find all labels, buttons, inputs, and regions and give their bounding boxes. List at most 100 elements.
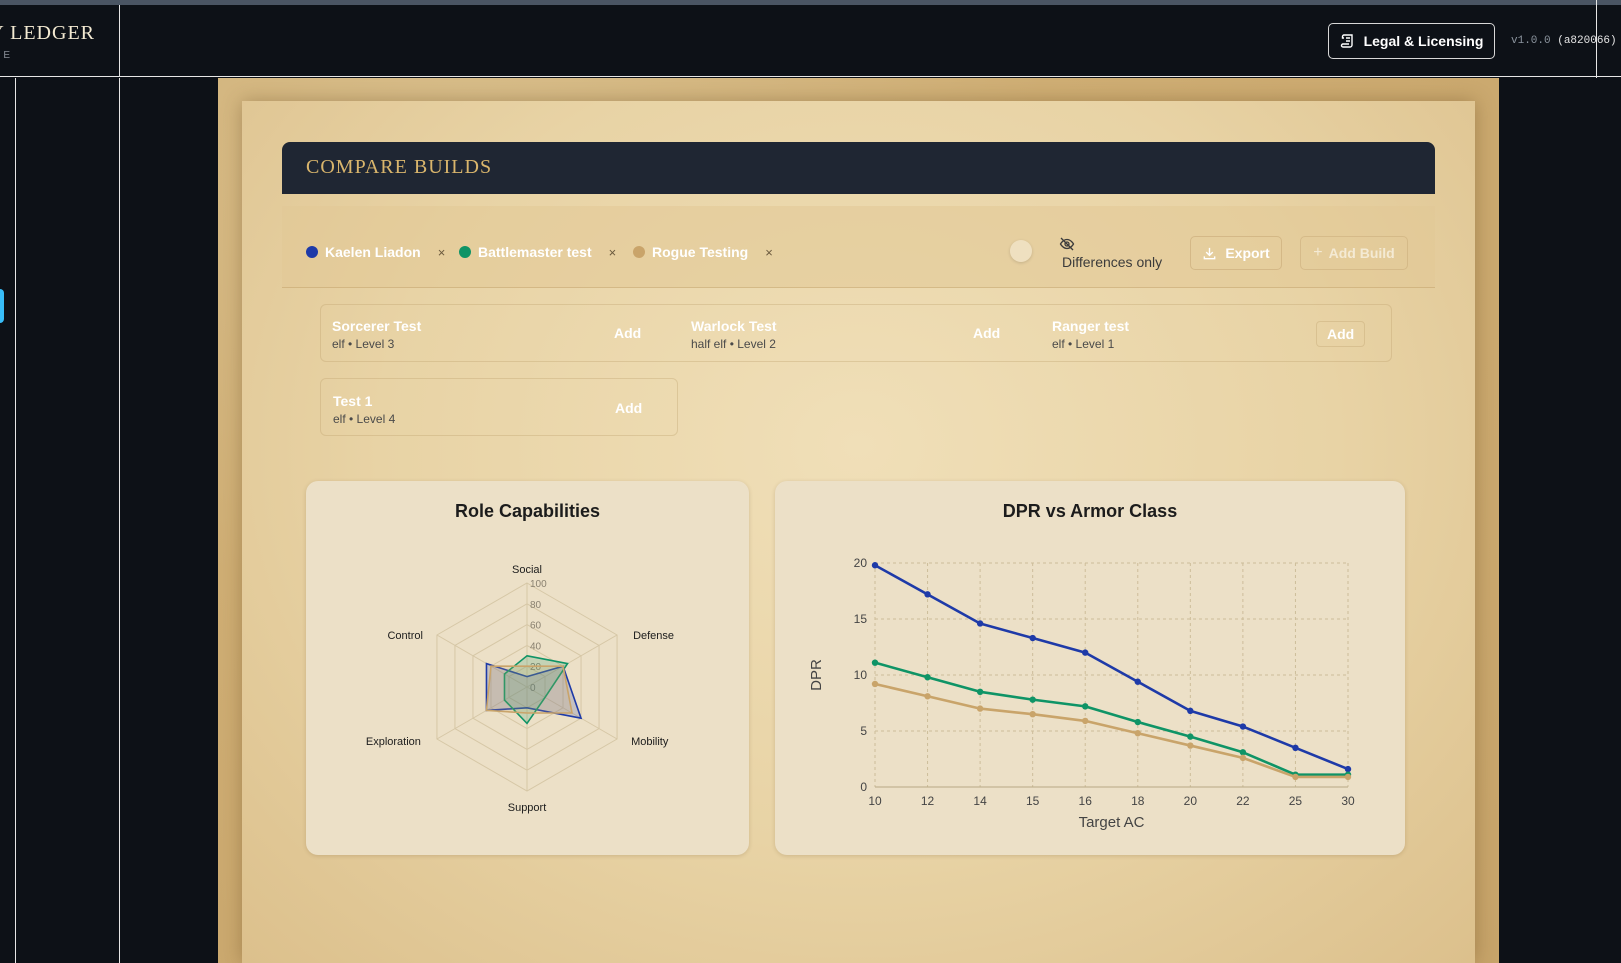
available-build-card: Test 1 elf • Level 4 Add	[320, 378, 678, 436]
sidebar-active-indicator[interactable]	[0, 289, 4, 323]
data-point	[871, 680, 879, 688]
data-point	[1292, 773, 1299, 781]
x-tick-label: 10	[868, 794, 882, 808]
add-build-button[interactable]: + Add Build	[1300, 236, 1408, 270]
available-build-name: Test 1	[333, 393, 373, 409]
data-point	[1029, 696, 1036, 703]
y-tick-label: 20	[854, 556, 868, 570]
add-available-build-button[interactable]: Add	[604, 321, 651, 345]
right-gutter	[1499, 78, 1597, 963]
build-chip-rogue[interactable]: Rogue Testing ×	[633, 244, 773, 260]
data-point	[976, 688, 984, 695]
download-icon	[1203, 247, 1216, 259]
radar-scale-tick: 100	[530, 579, 547, 590]
build-chip-battlemaster[interactable]: Battlemaster test ×	[459, 244, 616, 260]
data-point	[1344, 765, 1352, 773]
available-build-name: Ranger test	[1052, 318, 1130, 334]
remove-build-icon[interactable]: ×	[438, 245, 446, 260]
available-build-name: Sorcerer Test	[332, 318, 422, 334]
version-label: v1.0.0 (a820066) (	[1511, 35, 1621, 47]
dpr-vs-ac-line-chart: 0 5 10 15 20 10 12 14 15 16 18 20 22 25 30 Target AC DPR	[808, 556, 1355, 831]
radar-scale-tick: 40	[530, 641, 542, 652]
y-tick-label: 10	[854, 668, 868, 682]
add-available-build-button[interactable]: Add	[963, 321, 1010, 345]
available-build-meta: half elf • Level 2	[691, 337, 776, 351]
brand-title: Y LEDGER	[0, 22, 95, 44]
data-point	[1187, 707, 1194, 715]
radar-series-3	[485, 665, 574, 714]
data-point	[1082, 649, 1089, 656]
x-tick-label: 14	[973, 794, 987, 808]
role-capabilities-radar-chart: 020406080100SocialDefenseMobilitySupport…	[366, 564, 674, 814]
x-tick-label: 25	[1289, 794, 1303, 808]
data-point	[1134, 678, 1141, 685]
export-button[interactable]: Export	[1190, 236, 1282, 270]
dpr-vs-ac-panel: DPR vs Armor Class 0 5 10 15 20 10 12 14 15 16 18 2…	[775, 481, 1405, 855]
data-point	[924, 591, 931, 598]
available-build-card: Ranger test elf • Level 1 Add	[1040, 304, 1392, 362]
data-point	[976, 620, 984, 627]
data-point	[1239, 754, 1247, 762]
x-tick-label: 15	[1026, 794, 1040, 808]
app-header: Y LEDGER E Legal & Licensing v1.0.0 (a82…	[0, 5, 1621, 77]
x-tick-label: 12	[921, 794, 935, 808]
build-color-dot	[459, 246, 471, 258]
plus-icon: +	[1313, 244, 1323, 261]
line-series-3	[874, 682, 1348, 779]
radar-axis-label: Defense	[633, 630, 674, 642]
available-build-meta: elf • Level 4	[333, 412, 396, 426]
data-point	[1134, 718, 1141, 726]
data-point	[1292, 744, 1299, 751]
data-point	[1082, 703, 1089, 710]
remove-build-icon[interactable]: ×	[765, 245, 773, 260]
data-point	[924, 693, 931, 700]
radar-axis-label: Support	[508, 802, 547, 814]
data-point	[1187, 742, 1194, 749]
data-point	[1239, 723, 1247, 730]
data-point	[1134, 730, 1141, 737]
build-chip-label: Battlemaster test	[478, 244, 592, 260]
radar-axis-label: Control	[387, 630, 422, 642]
remove-build-icon[interactable]: ×	[609, 245, 617, 260]
data-point	[1082, 717, 1089, 725]
add-build-label: Add Build	[1328, 245, 1395, 261]
available-build-card: Sorcerer Test elf • Level 3 Add	[320, 304, 678, 362]
build-chip-label: Kaelen Liadon	[325, 244, 421, 260]
build-color-dot	[306, 246, 318, 258]
radar-axis-label: Mobility	[631, 736, 669, 748]
compare-builds-banner: COMPARE BUILDS	[282, 142, 1435, 194]
y-tick-label: 0	[860, 780, 867, 794]
build-color-dot	[633, 246, 645, 258]
brand[interactable]: Y LEDGER E	[0, 5, 120, 77]
add-available-build-button[interactable]: Add	[605, 396, 652, 420]
eye-off-icon	[1059, 237, 1075, 251]
data-point	[1187, 733, 1194, 740]
data-point	[1029, 711, 1036, 718]
y-axis-title: DPR	[808, 659, 825, 691]
available-build-name: Warlock Test	[691, 318, 777, 334]
line-series-2	[874, 661, 1348, 776]
brand-subtitle: E	[3, 50, 11, 61]
data-point	[871, 659, 879, 666]
selected-builds-bar: Kaelen Liadon × Battlemaster test × Rogu…	[282, 206, 1435, 288]
available-build-card: Warlock Test half elf • Level 2 Add	[679, 304, 1037, 362]
data-point	[1344, 773, 1352, 781]
radar-axis-label: Exploration	[366, 736, 421, 748]
differences-toggle[interactable]	[1010, 240, 1032, 262]
radar-scale-tick: 60	[530, 621, 542, 632]
y-tick-label: 5	[860, 724, 867, 738]
add-available-build-button[interactable]: Add	[1316, 321, 1366, 347]
x-tick-label: 18	[1131, 794, 1145, 808]
x-tick-label: 30	[1341, 794, 1355, 808]
scroll-icon	[1340, 34, 1353, 48]
differences-only-label[interactable]: Differences only	[1062, 254, 1162, 270]
radar-axis-label: Social	[512, 564, 542, 576]
legal-licensing-label: Legal & Licensing	[1363, 33, 1484, 49]
page-title: COMPARE BUILDS	[306, 156, 493, 178]
version-hash: (a820066) (	[1557, 35, 1621, 47]
legal-licensing-button[interactable]: Legal & Licensing	[1328, 23, 1495, 59]
available-build-meta: elf • Level 1	[1052, 337, 1115, 351]
export-label: Export	[1225, 245, 1270, 261]
build-chip-kaelen[interactable]: Kaelen Liadon ×	[306, 244, 445, 260]
available-build-meta: elf • Level 3	[332, 337, 395, 351]
